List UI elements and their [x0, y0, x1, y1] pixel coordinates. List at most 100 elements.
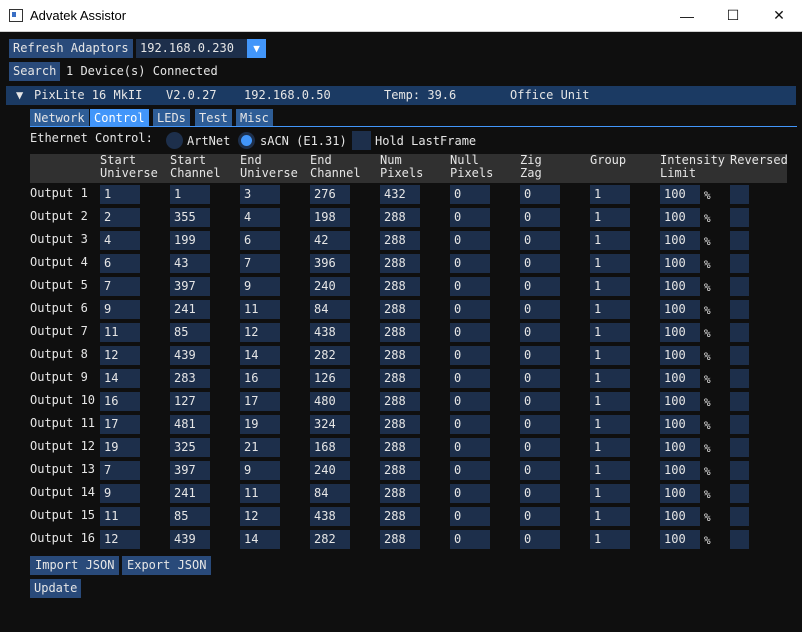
start-channel-input[interactable]: 85	[170, 323, 210, 342]
group-input[interactable]: 1	[590, 300, 630, 319]
close-button[interactable]: ✕	[756, 0, 802, 31]
null-pixels-input[interactable]: 0	[450, 484, 490, 503]
intensity-limit-input[interactable]: 100	[660, 438, 700, 457]
start-channel-input[interactable]: 283	[170, 369, 210, 388]
null-pixels-input[interactable]: 0	[450, 369, 490, 388]
null-pixels-input[interactable]: 0	[450, 392, 490, 411]
null-pixels-input[interactable]: 0	[450, 231, 490, 250]
reversed-checkbox[interactable]	[730, 484, 749, 503]
zig-zag-input[interactable]: 0	[520, 438, 560, 457]
null-pixels-input[interactable]: 0	[450, 346, 490, 365]
end-universe-input[interactable]: 11	[240, 484, 280, 503]
null-pixels-input[interactable]: 0	[450, 208, 490, 227]
refresh-adaptors-button[interactable]: Refresh Adaptors	[9, 39, 133, 58]
group-input[interactable]: 1	[590, 231, 630, 250]
zig-zag-input[interactable]: 0	[520, 507, 560, 526]
zig-zag-input[interactable]: 0	[520, 530, 560, 549]
group-input[interactable]: 1	[590, 185, 630, 204]
reversed-checkbox[interactable]	[730, 346, 749, 365]
num-pixels-input[interactable]: 288	[380, 461, 420, 480]
num-pixels-input[interactable]: 288	[380, 208, 420, 227]
group-input[interactable]: 1	[590, 530, 630, 549]
end-universe-input[interactable]: 12	[240, 507, 280, 526]
end-universe-input[interactable]: 16	[240, 369, 280, 388]
artnet-radio[interactable]	[166, 132, 183, 149]
start-universe-input[interactable]: 9	[100, 300, 140, 319]
end-channel-input[interactable]: 282	[310, 346, 350, 365]
num-pixels-input[interactable]: 288	[380, 438, 420, 457]
group-input[interactable]: 1	[590, 346, 630, 365]
zig-zag-input[interactable]: 0	[520, 254, 560, 273]
update-button[interactable]: Update	[30, 579, 82, 598]
intensity-limit-input[interactable]: 100	[660, 415, 700, 434]
num-pixels-input[interactable]: 288	[380, 300, 420, 319]
num-pixels-input[interactable]: 288	[380, 346, 420, 365]
end-channel-input[interactable]: 438	[310, 323, 350, 342]
zig-zag-input[interactable]: 0	[520, 461, 560, 480]
reversed-checkbox[interactable]	[730, 277, 749, 296]
collapse-arrow-icon[interactable]: ▼	[16, 86, 23, 105]
num-pixels-input[interactable]: 432	[380, 185, 420, 204]
reversed-checkbox[interactable]	[730, 185, 749, 204]
start-channel-input[interactable]: 355	[170, 208, 210, 227]
intensity-limit-input[interactable]: 100	[660, 530, 700, 549]
start-universe-input[interactable]: 4	[100, 231, 140, 250]
null-pixels-input[interactable]: 0	[450, 277, 490, 296]
intensity-limit-input[interactable]: 100	[660, 461, 700, 480]
start-universe-input[interactable]: 7	[100, 461, 140, 480]
group-input[interactable]: 1	[590, 277, 630, 296]
end-channel-input[interactable]: 324	[310, 415, 350, 434]
zig-zag-input[interactable]: 0	[520, 346, 560, 365]
intensity-limit-input[interactable]: 100	[660, 346, 700, 365]
end-universe-input[interactable]: 9	[240, 277, 280, 296]
end-universe-input[interactable]: 6	[240, 231, 280, 250]
end-channel-input[interactable]: 282	[310, 530, 350, 549]
null-pixels-input[interactable]: 0	[450, 415, 490, 434]
start-universe-input[interactable]: 12	[100, 346, 140, 365]
end-channel-input[interactable]: 84	[310, 484, 350, 503]
start-universe-input[interactable]: 1	[100, 185, 140, 204]
start-universe-input[interactable]: 16	[100, 392, 140, 411]
intensity-limit-input[interactable]: 100	[660, 392, 700, 411]
group-input[interactable]: 1	[590, 369, 630, 388]
intensity-limit-input[interactable]: 100	[660, 231, 700, 250]
intensity-limit-input[interactable]: 100	[660, 484, 700, 503]
start-channel-input[interactable]: 1	[170, 185, 210, 204]
start-channel-input[interactable]: 127	[170, 392, 210, 411]
start-channel-input[interactable]: 43	[170, 254, 210, 273]
start-universe-input[interactable]: 17	[100, 415, 140, 434]
group-input[interactable]: 1	[590, 461, 630, 480]
tab-leds[interactable]: LEDs	[153, 109, 190, 127]
zig-zag-input[interactable]: 0	[520, 484, 560, 503]
group-input[interactable]: 1	[590, 415, 630, 434]
end-universe-input[interactable]: 14	[240, 346, 280, 365]
start-channel-input[interactable]: 481	[170, 415, 210, 434]
reversed-checkbox[interactable]	[730, 231, 749, 250]
reversed-checkbox[interactable]	[730, 208, 749, 227]
group-input[interactable]: 1	[590, 438, 630, 457]
end-channel-input[interactable]: 276	[310, 185, 350, 204]
num-pixels-input[interactable]: 288	[380, 369, 420, 388]
start-channel-input[interactable]: 325	[170, 438, 210, 457]
tab-control[interactable]: Control	[90, 109, 149, 127]
group-input[interactable]: 1	[590, 484, 630, 503]
reversed-checkbox[interactable]	[730, 369, 749, 388]
zig-zag-input[interactable]: 0	[520, 300, 560, 319]
zig-zag-input[interactable]: 0	[520, 369, 560, 388]
end-universe-input[interactable]: 21	[240, 438, 280, 457]
null-pixels-input[interactable]: 0	[450, 461, 490, 480]
intensity-limit-input[interactable]: 100	[660, 208, 700, 227]
start-universe-input[interactable]: 19	[100, 438, 140, 457]
null-pixels-input[interactable]: 0	[450, 507, 490, 526]
end-channel-input[interactable]: 240	[310, 461, 350, 480]
maximize-button[interactable]: ☐	[710, 0, 756, 31]
end-channel-input[interactable]: 480	[310, 392, 350, 411]
intensity-limit-input[interactable]: 100	[660, 369, 700, 388]
reversed-checkbox[interactable]	[730, 461, 749, 480]
reversed-checkbox[interactable]	[730, 392, 749, 411]
tab-misc[interactable]: Misc	[236, 109, 273, 127]
null-pixels-input[interactable]: 0	[450, 185, 490, 204]
group-input[interactable]: 1	[590, 392, 630, 411]
start-channel-input[interactable]: 199	[170, 231, 210, 250]
tab-test[interactable]: Test	[195, 109, 232, 127]
